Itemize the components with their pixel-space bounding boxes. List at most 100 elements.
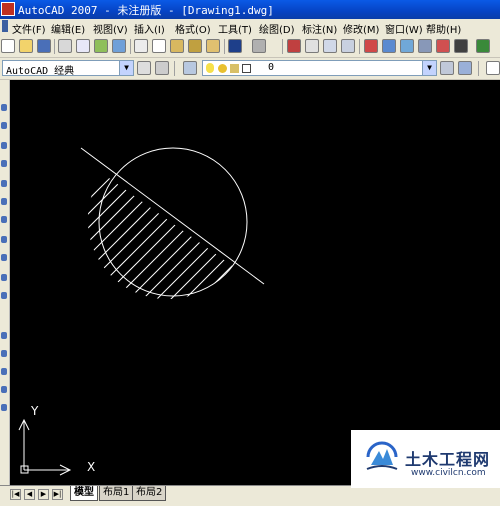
toolbar-separator	[130, 39, 131, 54]
toolbar-separator	[478, 61, 479, 76]
design-center-icon[interactable]	[382, 39, 396, 53]
drawing-geometry	[18, 147, 265, 476]
menu-bar: 文件(F) 编辑(E) 视图(V) 插入(I) 格式(O) 工具(T) 绘图(D…	[0, 19, 500, 37]
properties-icon[interactable]	[364, 39, 378, 53]
toolbar-separator	[282, 39, 283, 54]
hatch-icon[interactable]	[1, 386, 7, 393]
insert-block-icon[interactable]	[1, 332, 7, 339]
zoom-window-icon[interactable]	[323, 39, 337, 53]
rectangle-icon[interactable]	[1, 180, 7, 187]
watermark-name: 土木工程网	[405, 450, 491, 469]
color-control-icon[interactable]	[486, 61, 500, 75]
toolbar-separator	[224, 39, 225, 54]
chevron-down-icon[interactable]: ▼	[422, 61, 436, 75]
lightbulb-icon	[206, 63, 214, 73]
pan-icon[interactable]	[287, 39, 301, 53]
workspace-select[interactable]: AutoCAD 经典 ▼	[2, 60, 134, 77]
save-icon[interactable]	[37, 39, 51, 53]
make-object-layer-current-icon[interactable]	[440, 61, 454, 75]
color-swatch-icon	[242, 64, 251, 73]
ellipse-icon[interactable]	[1, 274, 7, 281]
menu-modify[interactable]: 修改(M)	[343, 21, 379, 36]
next-tab-button[interactable]: ▶	[38, 489, 49, 500]
lock-icon	[230, 64, 239, 73]
site-watermark: 土木工程网 www.civilcn.com	[351, 430, 500, 488]
hatch-pattern	[87, 173, 233, 300]
ucs-icon	[18, 418, 72, 476]
publish-icon[interactable]	[94, 39, 108, 53]
toolbar-separator	[359, 39, 360, 54]
menu-file[interactable]: 文件(F)	[12, 21, 46, 36]
point-icon[interactable]	[1, 368, 7, 375]
draw-toolbar	[0, 80, 10, 485]
chevron-down-icon[interactable]: ▼	[119, 61, 133, 75]
line-icon[interactable]	[1, 104, 7, 111]
tab-layout1[interactable]: 布局1	[99, 486, 134, 501]
cut-icon[interactable]	[134, 39, 148, 53]
workspace-value: AutoCAD 经典	[6, 66, 75, 77]
menu-window[interactable]: 窗口(W)	[385, 21, 423, 36]
menu-tools[interactable]: 工具(T)	[218, 21, 252, 36]
last-tab-button[interactable]: ▶|	[52, 489, 63, 500]
arc-icon[interactable]	[1, 198, 7, 205]
document-menu-icon[interactable]	[2, 20, 8, 32]
tool-palettes-icon[interactable]	[400, 39, 414, 53]
zoom-previous-icon[interactable]	[341, 39, 355, 53]
menu-view[interactable]: 视图(V)	[93, 21, 128, 36]
print-preview-icon[interactable]	[76, 39, 90, 53]
print-icon[interactable]	[58, 39, 72, 53]
menu-help[interactable]: 帮助(H)	[426, 21, 461, 36]
revision-cloud-icon[interactable]	[1, 236, 7, 243]
circle-icon[interactable]	[1, 216, 7, 223]
layer-previous-icon[interactable]	[458, 61, 472, 75]
drawing-canvas[interactable]: X Y	[10, 80, 500, 485]
new-file-icon[interactable]	[1, 39, 15, 53]
layer-properties-icon[interactable]	[183, 61, 197, 75]
polyline-icon[interactable]	[1, 142, 7, 149]
workspace-layer-toolbar: AutoCAD 经典 ▼ 0 ▼	[0, 58, 500, 80]
sheet-set-icon[interactable]	[418, 39, 432, 53]
layout-tab-bar: |◀ ◀ ▶ ▶| 模型 布局1 布局2	[0, 485, 500, 506]
markup-icon[interactable]	[436, 39, 450, 53]
window-title: AutoCAD 2007 - 未注册版 - [Drawing1.dwg]	[18, 4, 274, 17]
calculator-icon[interactable]	[454, 39, 468, 53]
prev-tab-button[interactable]: ◀	[24, 489, 35, 500]
help-icon[interactable]	[476, 39, 490, 53]
menu-dimension[interactable]: 标注(N)	[302, 21, 337, 36]
ucs-y-label: Y	[31, 404, 39, 418]
toolbar-separator	[54, 39, 55, 54]
ellipse-arc-icon[interactable]	[1, 292, 7, 299]
menu-draw[interactable]: 绘图(D)	[259, 21, 295, 36]
gradient-icon[interactable]	[1, 404, 7, 411]
tab-layout2[interactable]: 布局2	[132, 486, 167, 501]
civilcn-logo-icon	[366, 441, 398, 470]
paste-icon[interactable]	[170, 39, 184, 53]
polygon-icon[interactable]	[1, 160, 7, 167]
open-folder-icon[interactable]	[19, 39, 33, 53]
match-properties-icon[interactable]	[188, 39, 202, 53]
redo-icon[interactable]	[252, 39, 266, 53]
construction-line-icon[interactable]	[1, 122, 7, 129]
menu-format[interactable]: 格式(O)	[175, 21, 211, 36]
toolbar-separator	[174, 61, 175, 76]
save-workspace-icon[interactable]	[155, 61, 169, 75]
block-editor-icon[interactable]	[206, 39, 220, 53]
watermark-url: www.civilcn.com	[411, 468, 486, 478]
autocad-app-icon[interactable]	[1, 2, 15, 16]
ucs-x-label: X	[87, 460, 96, 474]
spline-icon[interactable]	[1, 254, 7, 261]
layer-select[interactable]: 0 ▼	[202, 60, 437, 76]
title-bar: AutoCAD 2007 - 未注册版 - [Drawing1.dwg]	[0, 0, 500, 19]
first-tab-button[interactable]: |◀	[10, 489, 21, 500]
workspace-settings-icon[interactable]	[137, 61, 151, 75]
make-block-icon[interactable]	[1, 350, 7, 357]
sun-icon	[218, 64, 227, 73]
standard-toolbar	[0, 36, 500, 58]
copy-icon[interactable]	[152, 39, 166, 53]
zoom-realtime-icon[interactable]	[305, 39, 319, 53]
menu-insert[interactable]: 插入(I)	[134, 21, 165, 36]
undo-icon[interactable]	[228, 39, 242, 53]
tab-model[interactable]: 模型	[70, 486, 98, 501]
3d-dwf-icon[interactable]	[112, 39, 126, 53]
menu-edit[interactable]: 编辑(E)	[51, 21, 85, 36]
